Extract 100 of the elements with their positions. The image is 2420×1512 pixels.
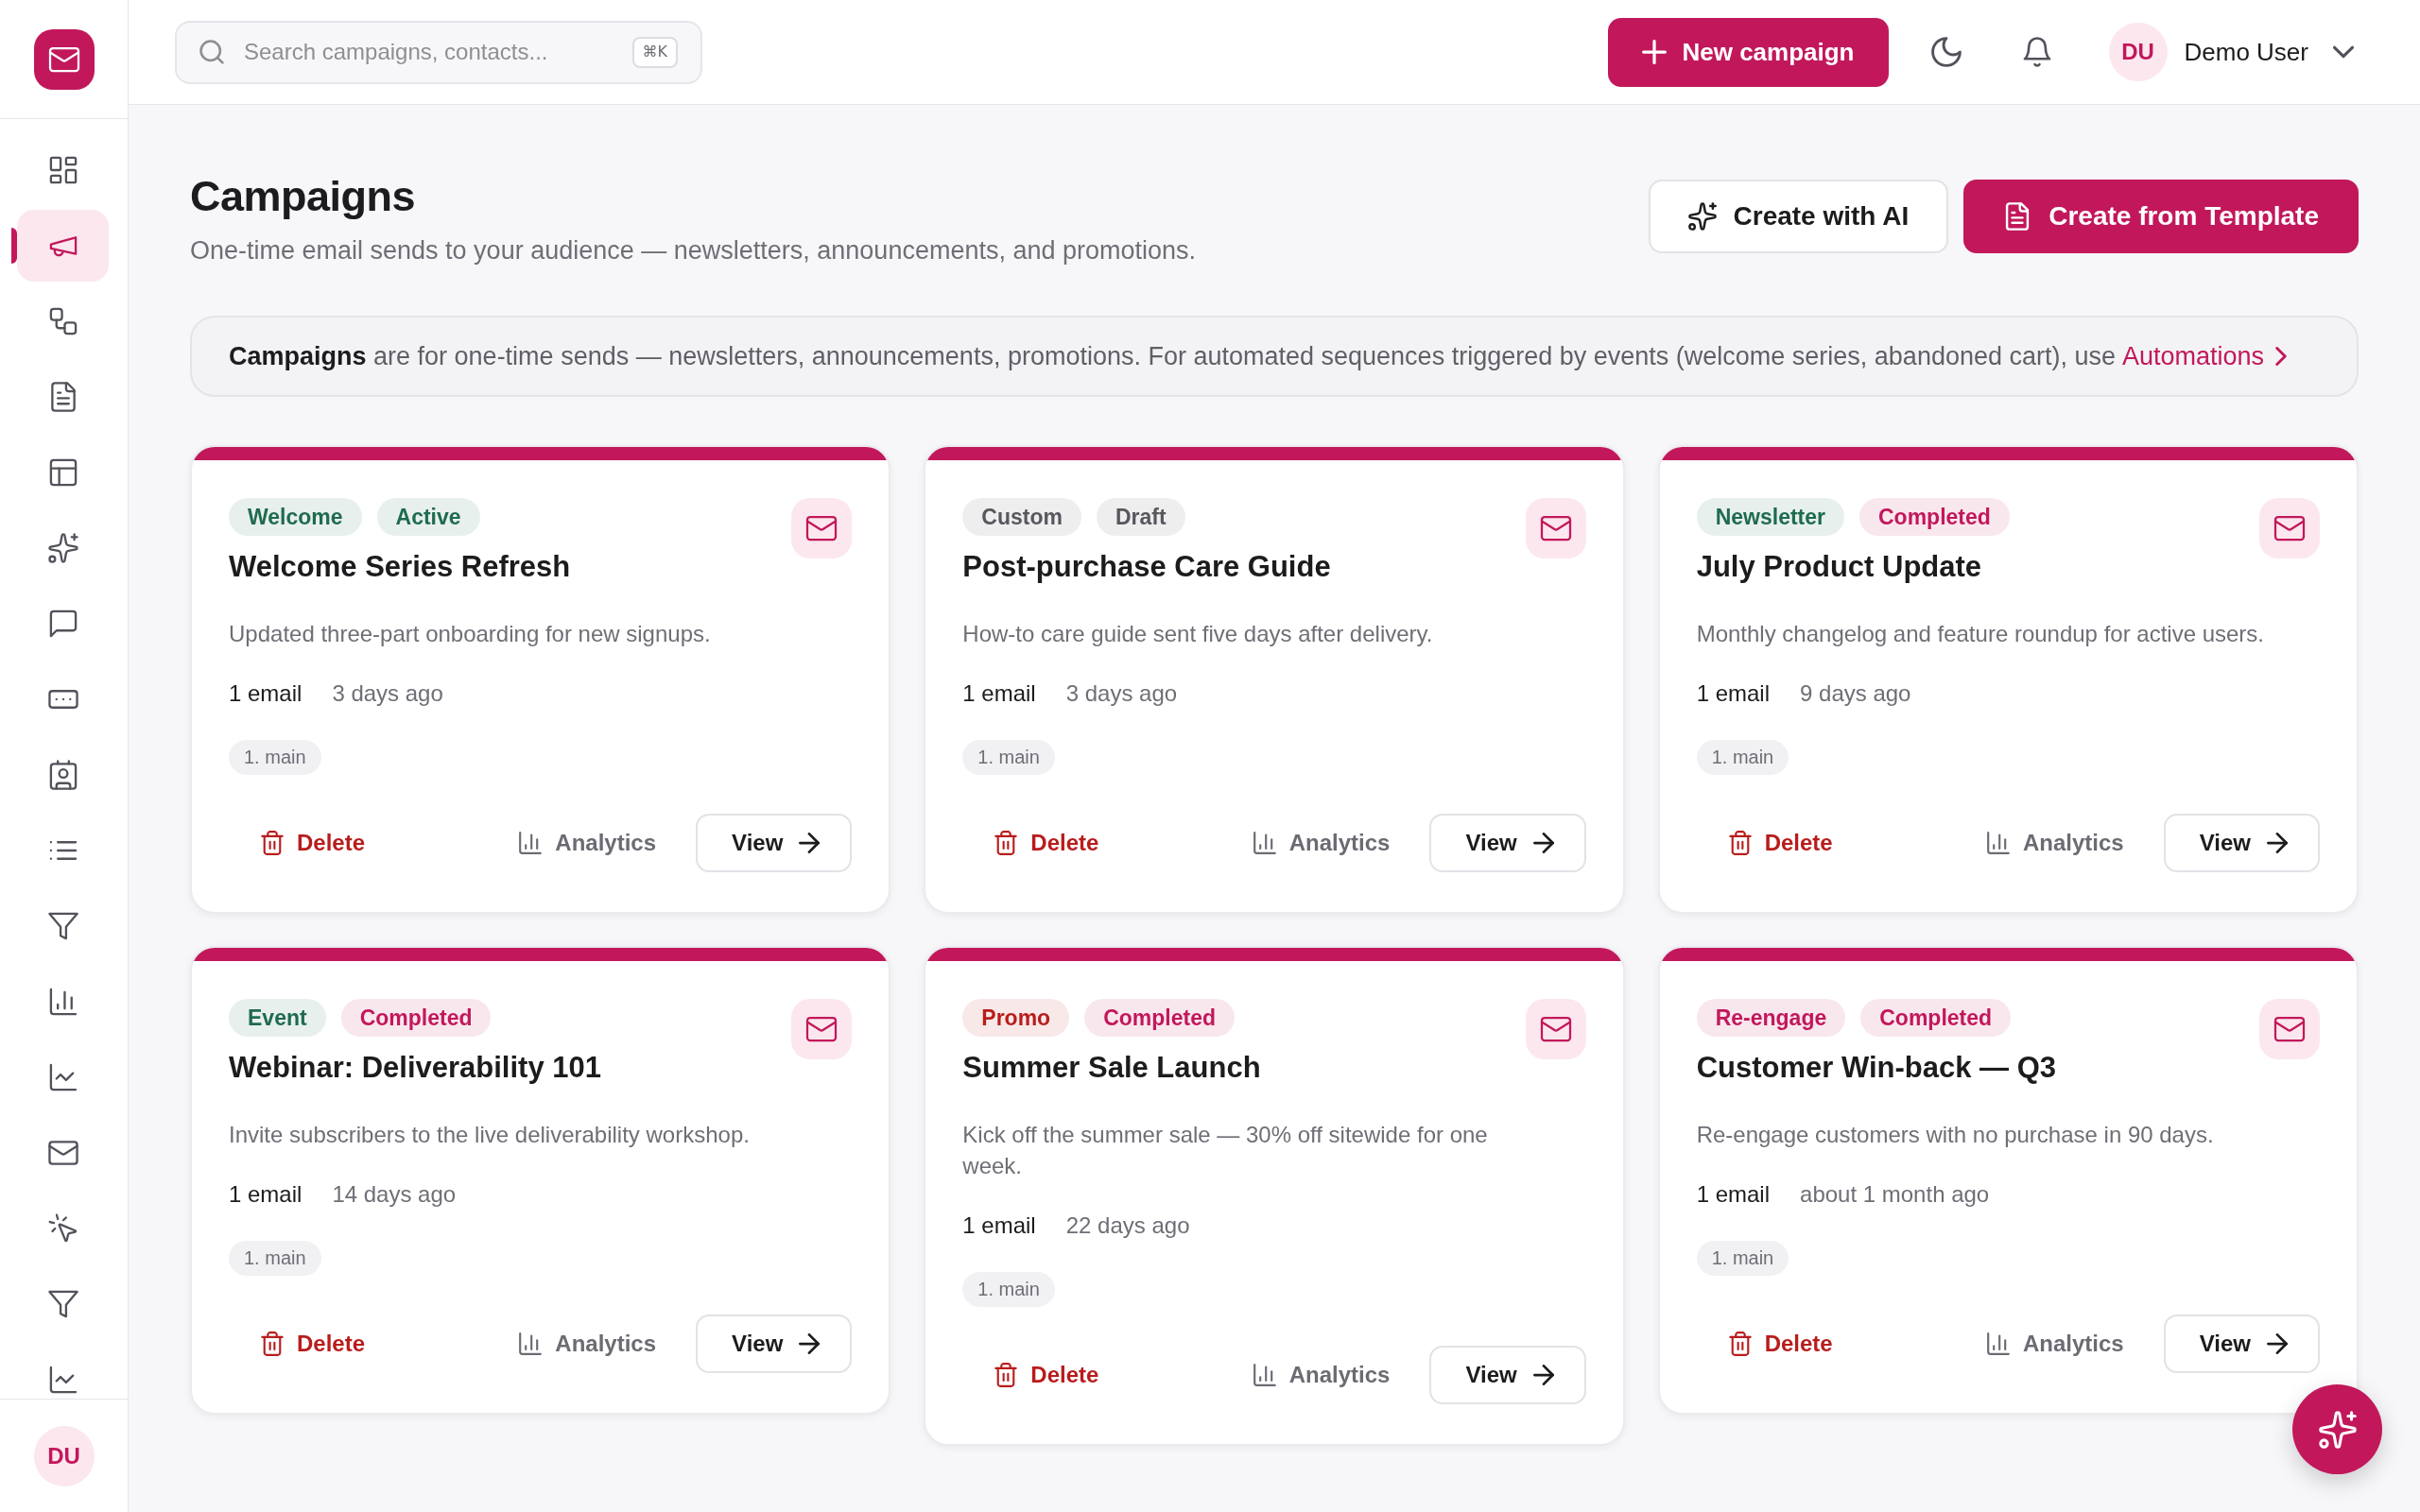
bar-chart-icon xyxy=(519,1332,543,1355)
card-title: Welcome Series Refresh xyxy=(229,549,571,585)
analytics-button[interactable]: Analytics xyxy=(1253,1358,1391,1392)
email-count: 1 email xyxy=(1696,679,1771,708)
page-subtitle: One-time email sends to your audience — newsletters, announcements, and promotions. xyxy=(190,235,1197,266)
delete-button[interactable]: Delete xyxy=(1728,1327,1833,1361)
line-chart-icon[interactable] xyxy=(47,1062,78,1092)
view-button[interactable]: View xyxy=(2163,1314,2320,1373)
logo-icon[interactable] xyxy=(33,28,95,90)
cursor-click-icon[interactable] xyxy=(47,1213,78,1244)
sparkles-icon xyxy=(1687,202,1717,231)
step-tag: 1. main xyxy=(229,1241,321,1276)
search-icon xyxy=(199,38,225,65)
card-description: Updated three-part onboarding for new signups. xyxy=(229,620,711,648)
updated-time: 22 days ago xyxy=(1065,1211,1190,1240)
view-button[interactable]: View xyxy=(696,814,853,872)
trash-icon xyxy=(261,831,284,855)
campaign-tag: Welcome xyxy=(229,498,362,536)
card-title: Post-purchase Care Guide xyxy=(962,549,1331,585)
arrow-right-icon xyxy=(2267,1333,2288,1354)
create-from-template-button[interactable]: Create from Template xyxy=(1963,180,2359,253)
campaign-tag: Completed xyxy=(1859,498,2010,536)
delete-button[interactable]: Delete xyxy=(261,1327,366,1361)
arrow-right-icon xyxy=(2267,833,2288,853)
sparkles-icon[interactable] xyxy=(47,533,78,563)
view-button[interactable]: View xyxy=(1429,1346,1586,1404)
card-title: July Product Update xyxy=(1696,549,1982,585)
campaign-tag: Event xyxy=(229,999,326,1037)
bar-chart-icon xyxy=(1987,1332,2010,1355)
info-banner-text: Campaigns are for one-time sends — newsletters, announcements, promotions. For automated sequences triggered by events (welcome series, abandoned cart), use Automations xyxy=(229,340,2288,372)
layout-icon[interactable] xyxy=(47,457,78,488)
moon-icon[interactable] xyxy=(1930,37,1962,67)
new-campaign-button[interactable]: New campaign xyxy=(1608,17,1889,87)
bell-icon[interactable] xyxy=(2021,37,2052,67)
connected-squares-icon[interactable] xyxy=(47,306,78,336)
delete-button[interactable]: Delete xyxy=(994,1358,1099,1392)
bar-chart-icon xyxy=(1987,832,2010,854)
view-button[interactable]: View xyxy=(696,1314,853,1373)
updated-time: 3 days ago xyxy=(332,679,443,708)
card-title: Summer Sale Launch xyxy=(962,1050,1261,1086)
chevron-right-icon xyxy=(2275,347,2288,366)
campaign-tag: Custom xyxy=(962,498,1081,536)
delete-button[interactable]: Delete xyxy=(1728,826,1833,860)
email-count: 1 email xyxy=(229,679,302,708)
updated-time: 3 days ago xyxy=(1065,679,1178,708)
email-count: 1 email xyxy=(1696,1180,1771,1209)
analytics-button[interactable]: Analytics xyxy=(519,826,657,860)
card-description: Monthly changelog and feature roundup for active users. xyxy=(1696,620,2265,648)
delete-button[interactable]: Delete xyxy=(261,826,366,860)
analytics-button[interactable]: Analytics xyxy=(519,1327,657,1361)
filter-icon[interactable] xyxy=(47,911,78,941)
step-tag: 1. main xyxy=(1696,740,1789,775)
bar-chart-icon[interactable] xyxy=(47,987,78,1017)
campaign-tag: Completed xyxy=(1084,999,1235,1037)
delete-button[interactable]: Delete xyxy=(994,826,1099,860)
card-description: Kick off the summer sale — 30% off sitewide for one week. xyxy=(962,1121,1489,1180)
nav-item[interactable] xyxy=(17,210,109,282)
grid-icon[interactable] xyxy=(47,155,78,185)
view-button[interactable]: View xyxy=(1429,814,1586,872)
mail-icon xyxy=(791,999,853,1059)
trash-icon xyxy=(1728,1332,1752,1356)
filter-icon[interactable] xyxy=(47,1289,78,1319)
campaign-tag: Completed xyxy=(340,999,492,1037)
create-with-ai-button[interactable]: Create with AI xyxy=(1648,180,1949,253)
analytics-button[interactable]: Analytics xyxy=(1987,1327,2124,1361)
mail-icon xyxy=(2259,498,2320,558)
bar-chart-icon xyxy=(1253,1364,1276,1386)
card-title: Webinar: Deliverability 101 xyxy=(229,1050,601,1086)
analytics-button[interactable]: Analytics xyxy=(1987,826,2124,860)
email-count: 1 email xyxy=(962,679,1036,708)
arrow-right-icon xyxy=(799,1333,821,1354)
user-avatar[interactable]: DU xyxy=(2108,23,2168,81)
automations-link[interactable]: Automations xyxy=(2122,340,2288,372)
step-tag: 1. main xyxy=(962,740,1055,775)
user-avatar[interactable]: DU xyxy=(33,1425,95,1486)
step-tag: 1. main xyxy=(229,740,321,775)
mail-icon[interactable] xyxy=(47,1138,78,1168)
campaign-tag: Promo xyxy=(962,999,1070,1037)
step-tag: 1. main xyxy=(962,1272,1055,1307)
card-description: How-to care guide sent five days after delivery. xyxy=(962,620,1433,648)
contact-card-icon[interactable] xyxy=(47,760,78,790)
view-button[interactable]: View xyxy=(2163,814,2320,872)
email-count: 1 email xyxy=(962,1211,1036,1240)
trash-icon xyxy=(994,831,1018,855)
card-description: Re-engage customers with no purchase in 90 days. xyxy=(1696,1121,2214,1149)
card-description: Invite subscribers to the live deliverability workshop. xyxy=(229,1121,750,1149)
mail-icon xyxy=(2259,999,2320,1059)
bar-chart-icon xyxy=(1253,832,1276,854)
campaign-tag: Newsletter xyxy=(1696,498,1844,536)
step-tag: 1. main xyxy=(1696,1241,1789,1276)
user-name[interactable]: Demo User xyxy=(2184,33,2308,71)
plus-icon xyxy=(1642,40,1668,64)
arrow-right-icon xyxy=(1532,833,1554,853)
analytics-button[interactable]: Analytics xyxy=(1253,826,1391,860)
trash-icon xyxy=(994,1363,1018,1387)
bar-chart-icon xyxy=(519,832,543,854)
campaign-tag: Draft xyxy=(1096,498,1185,536)
chat-bubble-icon[interactable] xyxy=(47,609,78,639)
line-chart-icon[interactable] xyxy=(47,1365,78,1395)
campaign-tag: Re-engage xyxy=(1696,999,1846,1037)
